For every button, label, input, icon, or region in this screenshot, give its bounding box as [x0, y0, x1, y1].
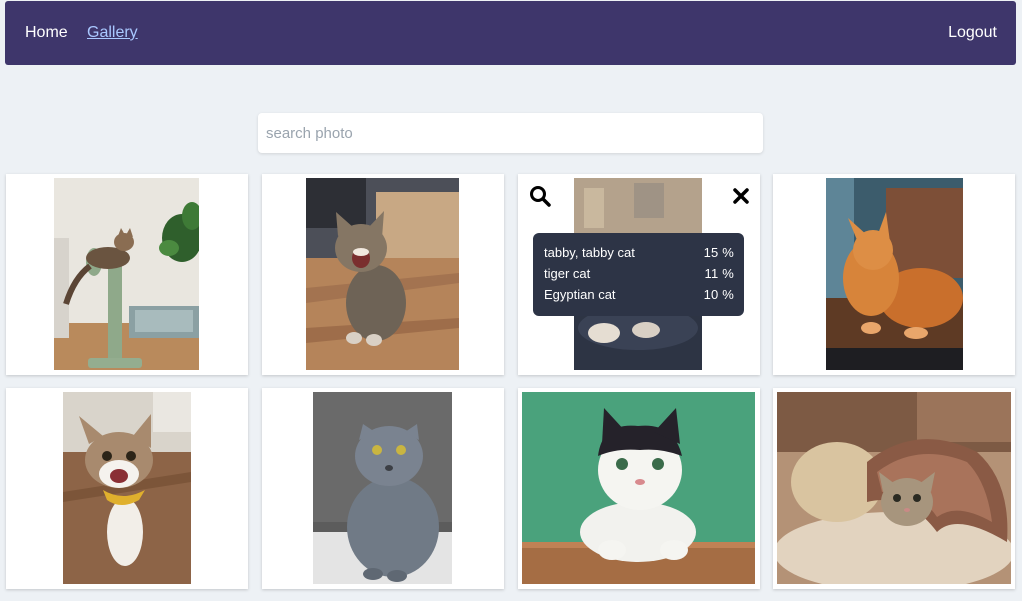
search-icon[interactable] [528, 184, 552, 208]
prediction-row: Egyptian cat 10 % [544, 284, 734, 305]
cat-photo-2 [306, 178, 459, 370]
prediction-tooltip: tabby, tabby cat 15 % tiger cat 11 % Egy… [533, 233, 744, 316]
prediction-label: Egyptian cat [544, 287, 616, 302]
gallery-card-4[interactable] [773, 174, 1015, 375]
gallery-card-1[interactable] [6, 174, 248, 375]
cat-photo-5 [63, 392, 191, 584]
search-input[interactable] [258, 113, 763, 153]
gallery-card-8[interactable] [773, 388, 1015, 589]
cat-photo-4 [826, 178, 963, 370]
nav-home-link[interactable]: Home [25, 24, 68, 42]
prediction-score: 10 % [703, 287, 734, 302]
cat-photo-1 [54, 178, 199, 370]
prediction-row: tabby, tabby cat 15 % [544, 242, 734, 263]
navbar: Home Gallery Logout [5, 1, 1016, 65]
gallery-card-6[interactable] [262, 388, 504, 589]
prediction-row: tiger cat 11 % [544, 263, 734, 284]
prediction-score: 11 % [704, 266, 734, 281]
prediction-label: tiger cat [544, 266, 591, 281]
prediction-label: tabby, tabby cat [544, 245, 635, 260]
gallery-card-7[interactable] [518, 388, 760, 589]
nav-gallery-link[interactable]: Gallery [87, 24, 138, 42]
cat-photo-6 [313, 392, 452, 584]
nav-logout-link[interactable]: Logout [948, 24, 997, 42]
gallery-card-2[interactable] [262, 174, 504, 375]
cat-photo-7 [522, 392, 755, 584]
cat-photo-8 [777, 392, 1011, 584]
gallery-card-5[interactable] [6, 388, 248, 589]
prediction-score: 15 % [703, 245, 734, 260]
close-icon[interactable] [729, 184, 753, 208]
